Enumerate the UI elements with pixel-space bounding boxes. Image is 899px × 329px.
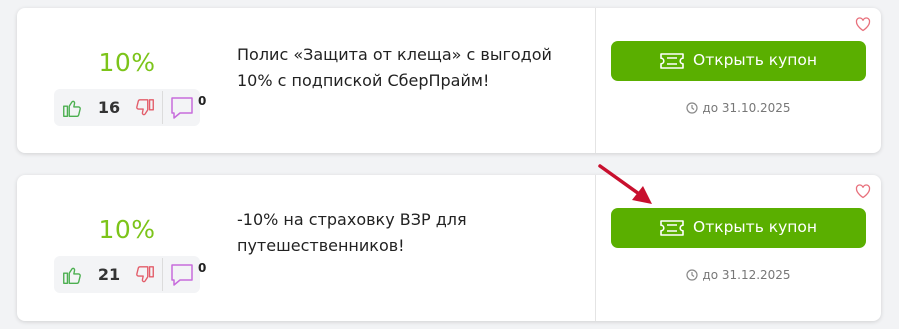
heart-icon[interactable] bbox=[855, 17, 871, 32]
expiry-text: до 31.12.2025 bbox=[702, 268, 791, 282]
clock-icon bbox=[686, 269, 699, 281]
expiry-text: до 31.10.2025 bbox=[702, 101, 791, 115]
coupon-rating-column: 10% 16 0 bbox=[54, 8, 206, 153]
card-divider bbox=[595, 8, 596, 153]
open-coupon-button[interactable]: Открыть купон bbox=[611, 41, 866, 81]
vote-count: 21 bbox=[97, 265, 121, 284]
coupon-description: -10% на страховку ВЗР для путешественник… bbox=[237, 210, 467, 255]
expiry-date: до 31.12.2025 bbox=[611, 268, 866, 282]
vote-divider bbox=[162, 258, 163, 291]
vote-panel: 16 0 bbox=[54, 89, 206, 126]
vote-panel: 21 0 bbox=[54, 256, 206, 293]
comment-count: 0 bbox=[198, 261, 207, 275]
thumbs-down-icon[interactable] bbox=[134, 264, 156, 286]
comment-icon[interactable] bbox=[169, 262, 197, 288]
thumbs-down-icon[interactable] bbox=[134, 97, 156, 119]
vote-divider bbox=[162, 91, 163, 124]
expiry-date: до 31.10.2025 bbox=[611, 101, 866, 115]
open-coupon-label: Открыть купон bbox=[693, 218, 818, 236]
arrow-icon bbox=[598, 164, 652, 204]
ticket-icon bbox=[660, 53, 684, 69]
thumbs-up-icon[interactable] bbox=[61, 97, 83, 119]
open-coupon-button[interactable]: Открыть купон bbox=[611, 208, 866, 248]
vote-count: 16 bbox=[97, 98, 121, 117]
coupon-card: 10% 21 0 -10% на страховку ВЗР для путеш… bbox=[17, 175, 881, 321]
clock-icon bbox=[686, 102, 699, 114]
heart-icon[interactable] bbox=[855, 184, 871, 199]
coupon-rating-column: 10% 21 0 bbox=[54, 175, 206, 321]
coupon-description: Полис «Защита от клеща» с выгодой 10% с … bbox=[237, 45, 552, 90]
coupon-discount: 10% bbox=[98, 215, 156, 244]
coupon-discount: 10% bbox=[98, 48, 156, 77]
coupon-card: 10% 16 0 Полис «Защита от клеща» с выгод… bbox=[17, 8, 881, 153]
comment-icon[interactable] bbox=[169, 95, 197, 121]
comment-count: 0 bbox=[198, 94, 207, 108]
ticket-icon bbox=[660, 220, 684, 236]
open-coupon-label: Открыть купон bbox=[693, 51, 818, 69]
thumbs-up-icon[interactable] bbox=[61, 264, 83, 286]
